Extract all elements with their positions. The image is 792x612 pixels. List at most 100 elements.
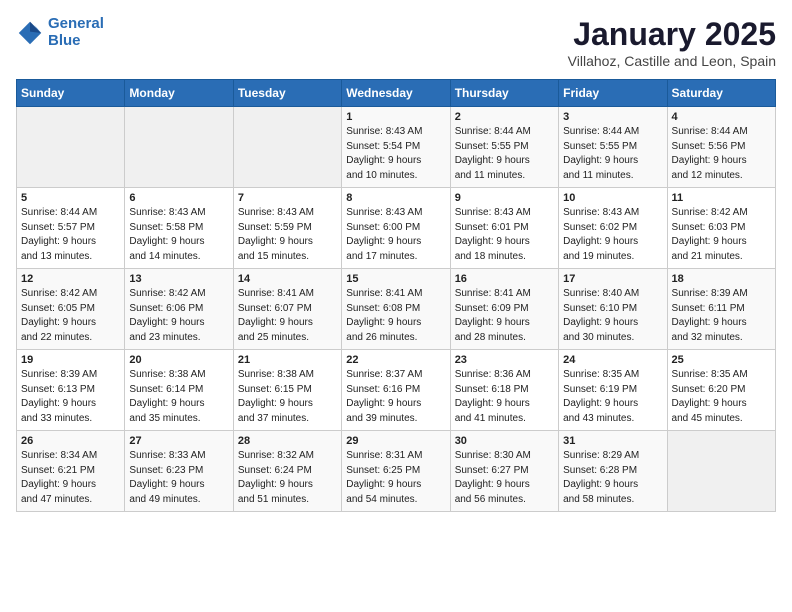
weekday-header-thursday: Thursday xyxy=(450,80,558,107)
day-number: 19 xyxy=(21,354,120,366)
day-info: Sunrise: 8:41 AM Sunset: 6:08 PM Dayligh… xyxy=(346,287,445,345)
weekday-header-monday: Monday xyxy=(125,80,233,107)
day-number: 12 xyxy=(21,273,120,285)
day-info: Sunrise: 8:41 AM Sunset: 6:07 PM Dayligh… xyxy=(238,287,337,345)
day-number: 9 xyxy=(455,192,554,204)
day-info: Sunrise: 8:30 AM Sunset: 6:27 PM Dayligh… xyxy=(455,449,554,507)
calendar-subtitle: Villahoz, Castille and Leon, Spain xyxy=(568,53,776,69)
day-number: 24 xyxy=(563,354,662,366)
day-info: Sunrise: 8:35 AM Sunset: 6:19 PM Dayligh… xyxy=(563,368,662,426)
day-info: Sunrise: 8:41 AM Sunset: 6:09 PM Dayligh… xyxy=(455,287,554,345)
weekday-header-friday: Friday xyxy=(559,80,667,107)
calendar-cell: 8 Sunrise: 8:43 AM Sunset: 6:00 PM Daylig… xyxy=(342,188,450,269)
calendar-week-row: 5 Sunrise: 8:44 AM Sunset: 5:57 PM Daylig… xyxy=(17,188,776,269)
calendar-cell: 31 Sunrise: 8:29 AM Sunset: 6:28 PM Dayli… xyxy=(559,431,667,512)
calendar-cell: 20 Sunrise: 8:38 AM Sunset: 6:14 PM Dayli… xyxy=(125,350,233,431)
day-info: Sunrise: 8:37 AM Sunset: 6:16 PM Dayligh… xyxy=(346,368,445,426)
calendar-cell: 9Sunrise: 8:43 AM Sunset: 6:01 PM Daylig… xyxy=(450,188,558,269)
day-info: Sunrise: 8:43 AM Sunset: 6:02 PM Dayligh… xyxy=(563,206,662,264)
day-number: 22 xyxy=(346,354,445,366)
calendar-cell: 24 Sunrise: 8:35 AM Sunset: 6:19 PM Dayli… xyxy=(559,350,667,431)
calendar-cell: 4 Sunrise: 8:44 AM Sunset: 5:56 PM Daylig… xyxy=(667,107,775,188)
day-info: Sunrise: 8:36 AM Sunset: 6:18 PM Dayligh… xyxy=(455,368,554,426)
day-info: Sunrise: 8:38 AM Sunset: 6:14 PM Dayligh… xyxy=(129,368,228,426)
day-info: Sunrise: 8:38 AM Sunset: 6:15 PM Dayligh… xyxy=(238,368,337,426)
day-number: 13 xyxy=(129,273,228,285)
logo-line2: Blue xyxy=(48,32,81,49)
calendar-cell: 12 Sunrise: 8:42 AM Sunset: 6:05 PM Dayli… xyxy=(17,269,125,350)
day-number: 26 xyxy=(21,435,120,447)
weekday-header-wednesday: Wednesday xyxy=(342,80,450,107)
calendar-cell: 14 Sunrise: 8:41 AM Sunset: 6:07 PM Dayli… xyxy=(233,269,341,350)
day-number: 25 xyxy=(672,354,771,366)
calendar-cell: 5 Sunrise: 8:44 AM Sunset: 5:57 PM Daylig… xyxy=(17,188,125,269)
day-info: Sunrise: 8:32 AM Sunset: 6:24 PM Dayligh… xyxy=(238,449,337,507)
calendar-cell: 26 Sunrise: 8:34 AM Sunset: 6:21 PM Dayli… xyxy=(17,431,125,512)
calendar-cell: 29 Sunrise: 8:31 AM Sunset: 6:25 PM Dayli… xyxy=(342,431,450,512)
day-number: 23 xyxy=(455,354,554,366)
calendar-cell: 19 Sunrise: 8:39 AM Sunset: 6:13 PM Dayli… xyxy=(17,350,125,431)
calendar-title: January 2025 xyxy=(568,16,776,53)
calendar-cell: 2 Sunrise: 8:44 AM Sunset: 5:55 PM Daylig… xyxy=(450,107,558,188)
day-number: 8 xyxy=(346,192,445,204)
day-number: 14 xyxy=(238,273,337,285)
day-number: 7 xyxy=(238,192,337,204)
calendar-cell xyxy=(233,107,341,188)
calendar-cell: 10 Sunrise: 8:43 AM Sunset: 6:02 PM Dayli… xyxy=(559,188,667,269)
day-number: 18 xyxy=(672,273,771,285)
logo-text: General Blue xyxy=(48,16,104,49)
day-info: Sunrise: 8:42 AM Sunset: 6:05 PM Dayligh… xyxy=(21,287,120,345)
day-info: Sunrise: 8:34 AM Sunset: 6:21 PM Dayligh… xyxy=(21,449,120,507)
calendar-cell: 17 Sunrise: 8:40 AM Sunset: 6:10 PM Dayli… xyxy=(559,269,667,350)
day-info: Sunrise: 8:43 AM Sunset: 5:59 PM Dayligh… xyxy=(238,206,337,264)
day-info: Sunrise: 8:40 AM Sunset: 6:10 PM Dayligh… xyxy=(563,287,662,345)
day-number: 1 xyxy=(346,111,445,123)
calendar-table: SundayMondayTuesdayWednesdayThursdayFrid… xyxy=(16,79,776,512)
calendar-cell: 1 Sunrise: 8:43 AM Sunset: 5:54 PM Daylig… xyxy=(342,107,450,188)
day-info: Sunrise: 8:44 AM Sunset: 5:55 PM Dayligh… xyxy=(455,125,554,183)
calendar-cell: 18Sunrise: 8:39 AM Sunset: 6:11 PM Dayli… xyxy=(667,269,775,350)
calendar-cell xyxy=(667,431,775,512)
calendar-week-row: 12 Sunrise: 8:42 AM Sunset: 6:05 PM Dayli… xyxy=(17,269,776,350)
day-number: 6 xyxy=(129,192,228,204)
day-number: 3 xyxy=(563,111,662,123)
calendar-cell xyxy=(17,107,125,188)
day-number: 4 xyxy=(672,111,771,123)
day-info: Sunrise: 8:43 AM Sunset: 5:54 PM Dayligh… xyxy=(346,125,445,183)
calendar-cell: 13 Sunrise: 8:42 AM Sunset: 6:06 PM Dayli… xyxy=(125,269,233,350)
day-info: Sunrise: 8:43 AM Sunset: 6:00 PM Dayligh… xyxy=(346,206,445,264)
day-number: 17 xyxy=(563,273,662,285)
day-number: 5 xyxy=(21,192,120,204)
day-info: Sunrise: 8:39 AM Sunset: 6:13 PM Dayligh… xyxy=(21,368,120,426)
logo-line1: General xyxy=(48,15,104,32)
day-info: Sunrise: 8:33 AM Sunset: 6:23 PM Dayligh… xyxy=(129,449,228,507)
calendar-cell: 22 Sunrise: 8:37 AM Sunset: 6:16 PM Dayli… xyxy=(342,350,450,431)
calendar-cell: 6Sunrise: 8:43 AM Sunset: 5:58 PM Daylig… xyxy=(125,188,233,269)
day-number: 2 xyxy=(455,111,554,123)
day-number: 30 xyxy=(455,435,554,447)
day-info: Sunrise: 8:44 AM Sunset: 5:56 PM Dayligh… xyxy=(672,125,771,183)
calendar-cell: 25 Sunrise: 8:35 AM Sunset: 6:20 PM Dayli… xyxy=(667,350,775,431)
day-number: 29 xyxy=(346,435,445,447)
day-info: Sunrise: 8:44 AM Sunset: 5:57 PM Dayligh… xyxy=(21,206,120,264)
calendar-cell: 28Sunrise: 8:32 AM Sunset: 6:24 PM Dayli… xyxy=(233,431,341,512)
day-number: 20 xyxy=(129,354,228,366)
day-info: Sunrise: 8:31 AM Sunset: 6:25 PM Dayligh… xyxy=(346,449,445,507)
weekday-header-row: SundayMondayTuesdayWednesdayThursdayFrid… xyxy=(17,80,776,107)
logo: General Blue xyxy=(16,16,104,49)
calendar-week-row: 19 Sunrise: 8:39 AM Sunset: 6:13 PM Dayli… xyxy=(17,350,776,431)
day-number: 21 xyxy=(238,354,337,366)
calendar-cell: 15Sunrise: 8:41 AM Sunset: 6:08 PM Dayli… xyxy=(342,269,450,350)
calendar-cell: 3 Sunrise: 8:44 AM Sunset: 5:55 PM Daylig… xyxy=(559,107,667,188)
day-info: Sunrise: 8:44 AM Sunset: 5:55 PM Dayligh… xyxy=(563,125,662,183)
weekday-header-sunday: Sunday xyxy=(17,80,125,107)
logo-icon xyxy=(16,19,44,47)
day-info: Sunrise: 8:42 AM Sunset: 6:06 PM Dayligh… xyxy=(129,287,228,345)
day-number: 10 xyxy=(563,192,662,204)
calendar-week-row: 26 Sunrise: 8:34 AM Sunset: 6:21 PM Dayli… xyxy=(17,431,776,512)
day-info: Sunrise: 8:29 AM Sunset: 6:28 PM Dayligh… xyxy=(563,449,662,507)
day-number: 27 xyxy=(129,435,228,447)
weekday-header-tuesday: Tuesday xyxy=(233,80,341,107)
day-info: Sunrise: 8:35 AM Sunset: 6:20 PM Dayligh… xyxy=(672,368,771,426)
day-number: 31 xyxy=(563,435,662,447)
